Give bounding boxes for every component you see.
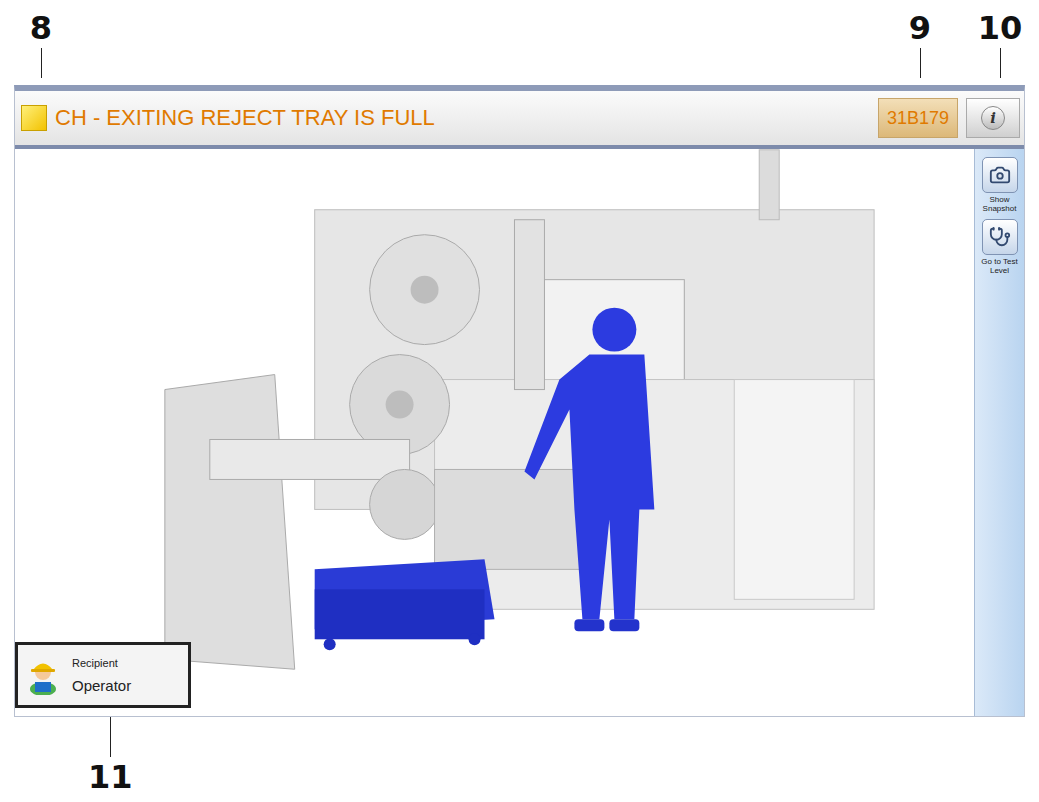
warning-level-icon (21, 105, 47, 131)
callout: 8 (26, 8, 56, 78)
operator-icon (26, 655, 60, 695)
sidebar-button[interactable]: Go to Test Level (978, 219, 1022, 275)
recipient-label: Recipient (72, 657, 131, 669)
camera-icon (989, 164, 1011, 186)
scene: Recipient Operator (15, 149, 974, 716)
alarm-title: CH - EXITING REJECT TRAY IS FULL (55, 105, 870, 131)
callout-row: 8 9 10 (0, 0, 1039, 85)
info-icon: i (981, 106, 1005, 130)
callout-number: 8 (30, 8, 52, 48)
sidebar-button-label: Go to Test Level (978, 257, 1022, 275)
callout: 10 (977, 8, 1023, 78)
callout: 9 (905, 8, 935, 78)
alarm-body: Recipient Operator Show Snapshot Go to Test… (15, 149, 1024, 716)
info-button[interactable]: i (966, 98, 1020, 138)
sidebar: Show Snapshot Go to Test Level (974, 149, 1024, 716)
callout-number: 9 (909, 8, 931, 48)
recipient-value: Operator (72, 677, 131, 694)
sidebar-button-label: Show Snapshot (978, 195, 1022, 213)
sidebar-button[interactable]: Show Snapshot (978, 157, 1022, 213)
alarm-panel: CH - EXITING REJECT TRAY IS FULL31B179iR… (14, 85, 1025, 717)
callout-number: 11 (88, 757, 133, 797)
callout: 11 (88, 717, 133, 797)
annotated-screen: 8 9 10 CH - EXITING REJECT TRAY IS FULL 31B1… (0, 0, 1039, 802)
stethoscope-icon (989, 226, 1011, 248)
callout-number: 10 (978, 8, 1023, 48)
bottom-callout-row: 11 (0, 717, 1039, 797)
alarm-header: CH - EXITING REJECT TRAY IS FULL 31B179 i (15, 91, 1024, 149)
recipient-box: Recipient Operator (15, 642, 191, 708)
alarm-code: 31B179 (878, 98, 958, 138)
machine-illustration (15, 149, 974, 716)
